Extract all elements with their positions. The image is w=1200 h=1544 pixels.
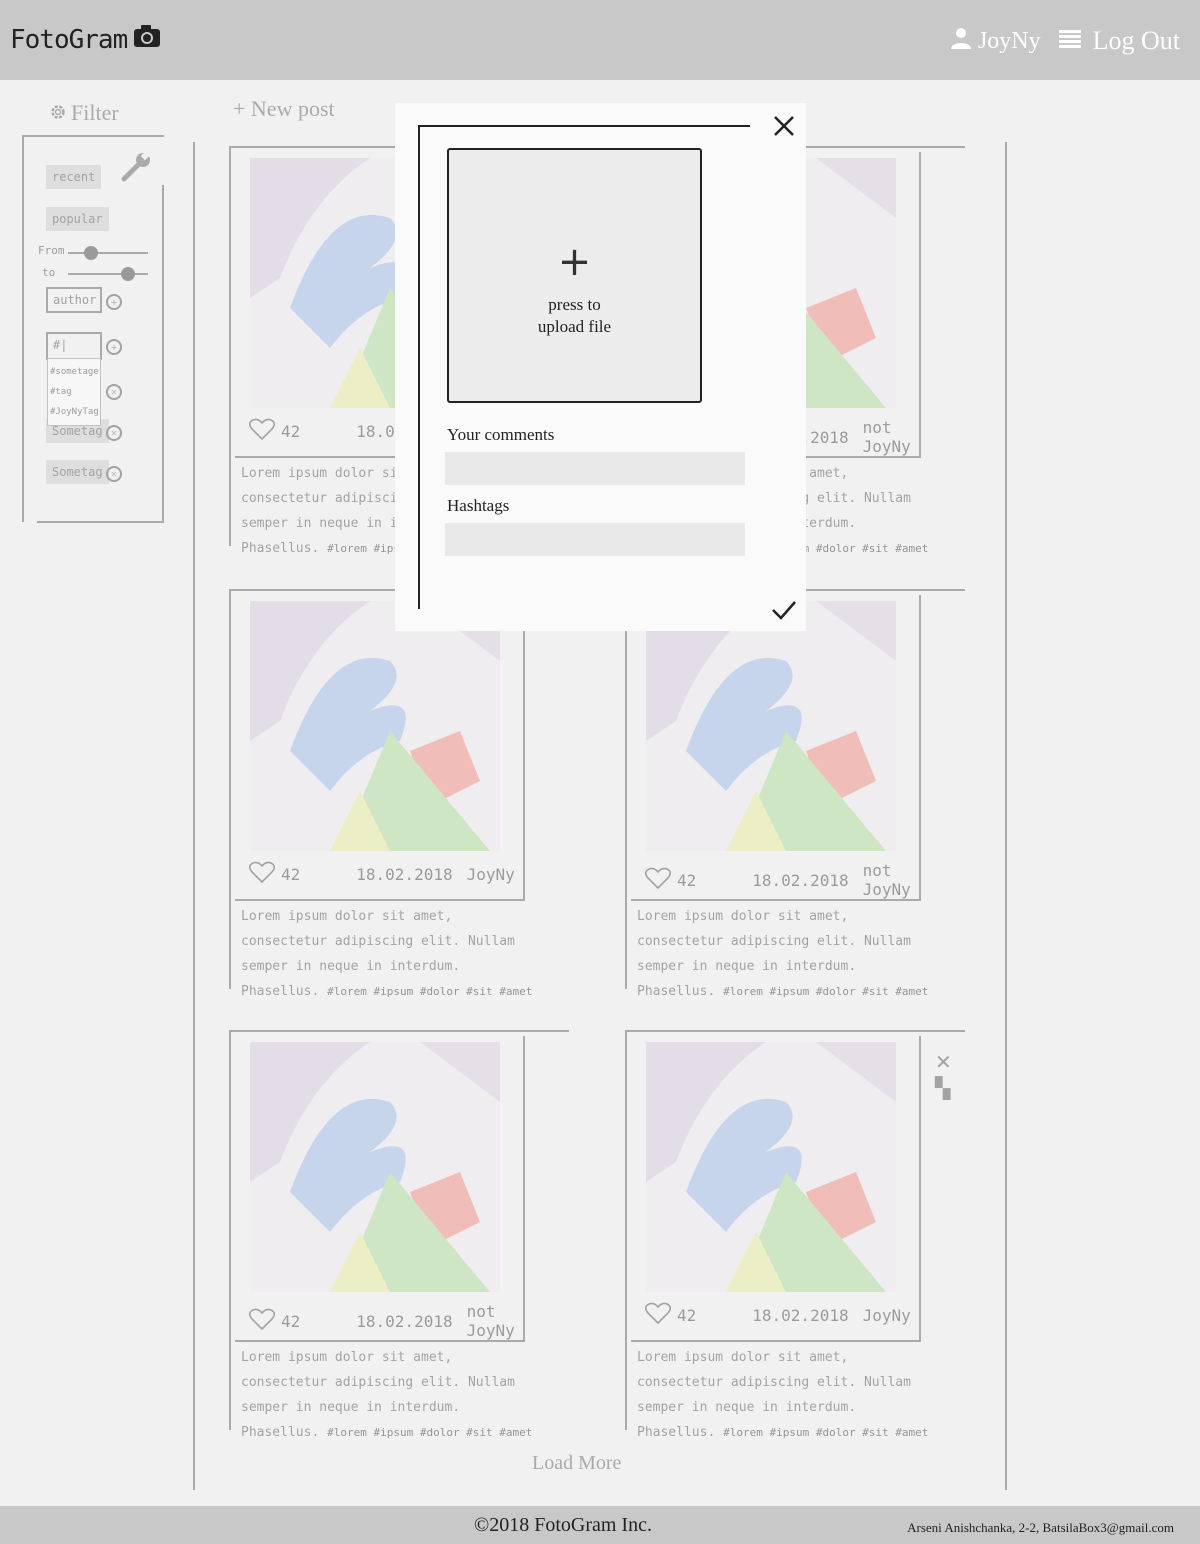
post-date: 18.02.2018 xyxy=(752,870,849,890)
logo[interactable]: FotoGram xyxy=(10,24,161,55)
post-image[interactable] xyxy=(250,1042,500,1292)
camera-icon xyxy=(133,24,161,55)
remove-tag-icon[interactable]: × xyxy=(106,466,122,482)
upload-text-1: press to xyxy=(548,295,601,314)
new-post-button[interactable]: + New post xyxy=(233,96,335,122)
hashtag-suggestions: #sometage #tag #JoyNyTag xyxy=(47,358,101,426)
post-card: 42 18.02.2018 JoyNy Lorem ipsum dolor si… xyxy=(625,1030,965,1440)
remove-tag-icon[interactable]: × xyxy=(106,425,122,441)
logo-text: FotoGram xyxy=(10,24,128,55)
heart-icon[interactable] xyxy=(248,418,276,444)
post-author[interactable]: not JoyNy xyxy=(467,1302,519,1340)
post-tags[interactable]: #lorem #ipsum #dolor #sit #amet xyxy=(723,985,928,998)
heart-icon[interactable] xyxy=(248,861,276,887)
plus-icon: + xyxy=(233,96,246,121)
post-tags[interactable]: #lorem #ipsum #dolor #sit #amet xyxy=(723,1426,928,1439)
logout-label: Log Out xyxy=(1092,26,1180,55)
user-icon xyxy=(950,27,972,56)
post-tags[interactable]: #lorem #ipsum #dolor #sit #amet xyxy=(327,985,532,998)
post-author[interactable]: not JoyNy xyxy=(863,861,915,899)
header-actions: JoyNy Log Out xyxy=(950,26,1180,56)
hashtag-input[interactable]: #| xyxy=(46,332,102,360)
add-hashtag-icon[interactable]: + xyxy=(106,339,122,355)
hashtags-input[interactable] xyxy=(445,523,745,556)
wrench-icon[interactable] xyxy=(120,149,154,188)
to-label: to xyxy=(42,266,56,279)
post-description: Lorem ipsum dolor sit amet, consectetur … xyxy=(637,904,937,1004)
post-date: 18.02.2018 xyxy=(752,1305,849,1325)
to-slider-handle[interactable] xyxy=(121,267,135,281)
suggestion-item[interactable]: #tag xyxy=(50,382,98,402)
header: FotoGram JoyNy Log Out xyxy=(0,0,1200,80)
selected-tag: Sometag xyxy=(46,460,109,484)
upload-file-button[interactable]: + press to upload file xyxy=(447,148,702,403)
author-input[interactable]: author xyxy=(46,287,102,313)
post-meta: 42 18.02.2018 JoyNy xyxy=(644,1302,915,1328)
to-slider[interactable] xyxy=(68,273,148,275)
logout-button[interactable]: Log Out xyxy=(1058,26,1180,56)
post-author[interactable]: JoyNy xyxy=(467,865,515,884)
post-card: 42 18.02.2018 JoyNy Lorem ipsum dolor si… xyxy=(229,589,569,999)
recent-button[interactable]: recent xyxy=(46,165,102,189)
from-slider-handle[interactable] xyxy=(84,246,98,260)
filter-toggle[interactable]: Filter xyxy=(50,100,119,126)
comments-label: Your comments xyxy=(447,425,555,444)
filter-label: Filter xyxy=(71,100,119,125)
post-image[interactable] xyxy=(646,601,896,851)
new-post-label: New post xyxy=(250,96,335,121)
post-description: Lorem ipsum dolor sit amet, consectetur … xyxy=(637,1345,937,1445)
post-author[interactable]: JoyNy xyxy=(863,1306,911,1325)
edit-icon[interactable]: ▚ xyxy=(935,1076,952,1102)
user-name: JoyNy xyxy=(977,27,1041,54)
post-meta: 42 18.02.2018 not JoyNy xyxy=(248,1302,519,1340)
from-label: From xyxy=(38,244,65,257)
like-count: 42 xyxy=(281,1311,301,1331)
post-author[interactable]: not JoyNy xyxy=(863,418,915,456)
filter-panel: recent popular From to author + #| + Som… xyxy=(22,135,164,523)
comments-input[interactable] xyxy=(445,452,745,485)
gear-icon xyxy=(50,100,66,126)
heart-icon[interactable] xyxy=(644,867,672,893)
suggestion-item[interactable]: #JoyNyTag xyxy=(50,402,99,422)
remove-tag-icon[interactable]: × xyxy=(106,384,122,400)
post-actions: ✕ ▚ xyxy=(935,1050,952,1102)
upload-text-2: upload file xyxy=(537,317,612,336)
author-credits: Arseni Anishchanka, 2-2, BatsilaBox3@gma… xyxy=(907,1520,1174,1535)
heart-icon[interactable] xyxy=(248,1308,276,1334)
footer: ©2018 FotoGram Inc. Arseni Anishchanka, … xyxy=(0,1506,1200,1544)
close-icon[interactable] xyxy=(771,113,797,139)
like-count: 42 xyxy=(677,870,697,890)
suggestion-item[interactable]: #sometage xyxy=(50,362,99,382)
post-image[interactable] xyxy=(250,601,500,851)
from-slider[interactable] xyxy=(68,252,148,254)
plus-icon: + xyxy=(557,239,592,285)
popular-button[interactable]: popular xyxy=(46,207,109,231)
like-count: 42 xyxy=(281,421,301,441)
post-description: Lorem ipsum dolor sit amet, consectetur … xyxy=(241,904,541,1004)
post-card: 42 18.02.2018 not JoyNy Lorem ipsum dolo… xyxy=(625,589,965,999)
check-icon[interactable] xyxy=(771,597,797,623)
post-card: 42 18.02.2018 not JoyNy Lorem ipsum dolo… xyxy=(229,1030,569,1440)
post-tags[interactable]: #lorem #ipsum #dolor #sit #amet xyxy=(327,1426,532,1439)
user-profile-link[interactable]: JoyNy xyxy=(950,27,1041,56)
post-meta: 42 18.02.2018 not JoyNy xyxy=(644,861,915,899)
add-author-icon[interactable]: + xyxy=(106,294,122,310)
delete-icon[interactable]: ✕ xyxy=(935,1050,952,1076)
copyright: ©2018 FotoGram Inc. xyxy=(474,1514,652,1536)
new-post-modal: + press to upload file Your comments Has… xyxy=(395,103,806,631)
post-date: 18.02.2018 xyxy=(356,864,453,884)
post-meta: 42 18.02.2018 JoyNy xyxy=(248,861,519,887)
post-description: Lorem ipsum dolor sit amet, consectetur … xyxy=(241,1345,541,1445)
hashtags-label: Hashtags xyxy=(447,496,510,515)
heart-icon[interactable] xyxy=(644,1302,672,1328)
like-count: 42 xyxy=(281,864,301,884)
load-more-button[interactable]: Load More xyxy=(532,1452,621,1475)
post-image[interactable] xyxy=(646,1042,896,1292)
like-count: 42 xyxy=(677,1305,697,1325)
post-date: 18.02.2018 xyxy=(356,1311,453,1331)
menu-icon xyxy=(1058,26,1081,56)
